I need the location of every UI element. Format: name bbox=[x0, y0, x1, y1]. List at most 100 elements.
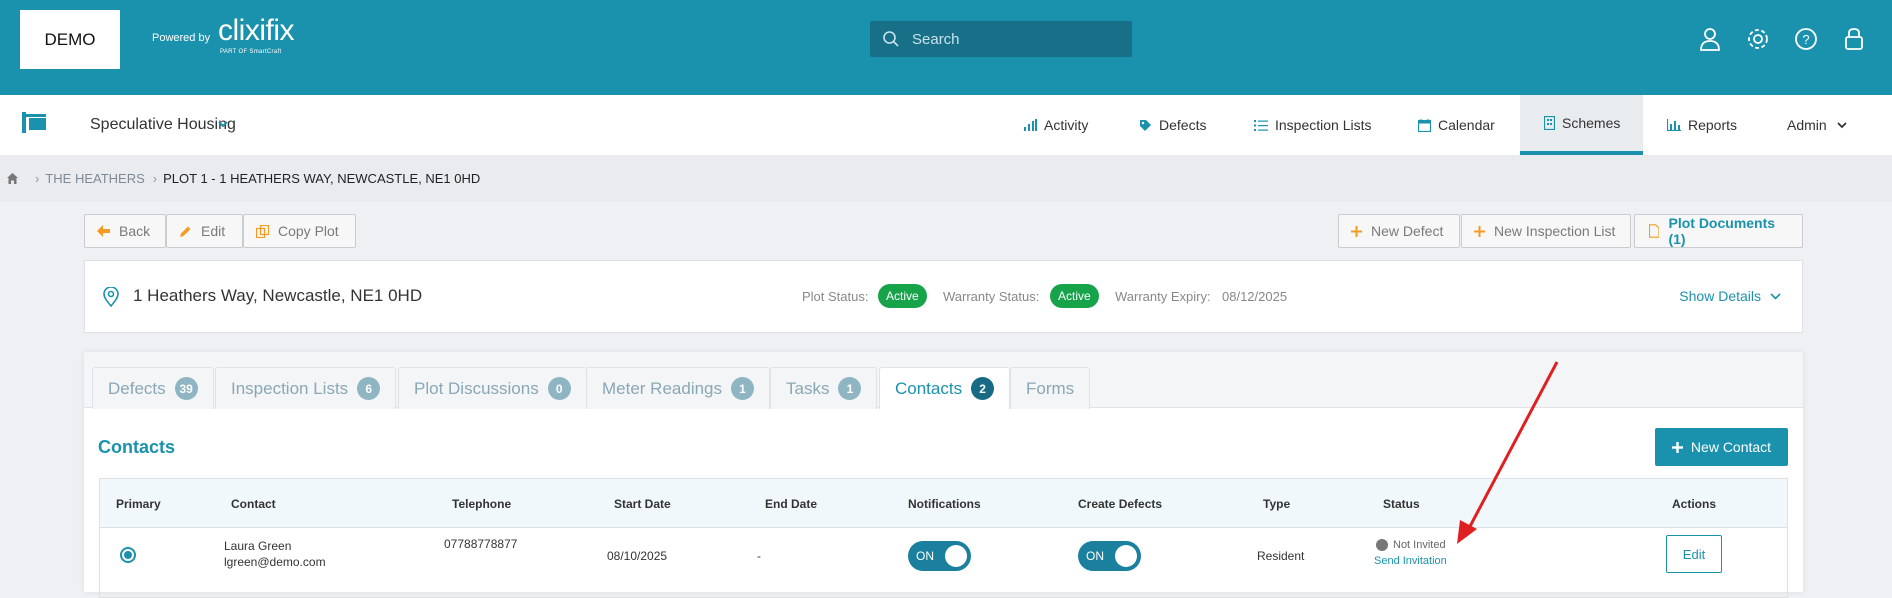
nav-admin-label: Admin bbox=[1787, 117, 1827, 133]
nav-schemes-label: Schemes bbox=[1562, 115, 1621, 131]
copy-plot-label: Copy Plot bbox=[278, 223, 339, 239]
search-input[interactable] bbox=[910, 29, 1110, 49]
plus-icon bbox=[1474, 225, 1485, 237]
main-nav: Speculative Housing Activity Defects Ins… bbox=[0, 95, 1892, 155]
plot-status-label: Plot Status: bbox=[802, 289, 869, 304]
pencil-icon bbox=[180, 226, 191, 237]
project-name[interactable]: Speculative Housing bbox=[90, 116, 236, 134]
edit-button[interactable]: Edit bbox=[166, 214, 243, 248]
status-text: Not Invited bbox=[1393, 539, 1446, 551]
contact-type: Resident bbox=[1257, 549, 1305, 563]
tab-inspection-lists[interactable]: Inspection Lists 6 bbox=[215, 367, 397, 409]
tab-plot-discussions[interactable]: Plot Discussions 0 bbox=[398, 367, 587, 409]
new-inspection-list-label: New Inspection List bbox=[1494, 223, 1616, 239]
column-header: Telephone bbox=[452, 497, 512, 511]
column-header: Contact bbox=[231, 497, 276, 511]
tab-label: Meter Readings bbox=[602, 378, 723, 398]
top-bar: DEMO Powered by clixifix PART OF SmartCr… bbox=[0, 0, 1892, 95]
tab-count-badge: 0 bbox=[547, 377, 571, 400]
plus-icon bbox=[1351, 225, 1362, 237]
tab-defects[interactable]: Defects 39 bbox=[92, 367, 214, 409]
plot-status-badge: Active bbox=[878, 284, 927, 308]
edit-contact-button[interactable]: Edit bbox=[1666, 535, 1722, 573]
nav-reports[interactable]: Reports bbox=[1667, 95, 1737, 155]
map-pin-icon bbox=[103, 287, 119, 307]
breadcrumb-scheme[interactable]: THE HEATHERS bbox=[45, 171, 144, 186]
company-logo[interactable]: DEMO bbox=[20, 10, 120, 69]
chevron-down-icon[interactable] bbox=[216, 117, 230, 131]
help-icon[interactable]: ? bbox=[1793, 26, 1819, 52]
nav-admin[interactable]: Admin bbox=[1787, 95, 1855, 155]
plot-summary-card: 1 Heathers Way, Newcastle, NE1 0HD Plot … bbox=[84, 260, 1803, 333]
brand-logo: clixifix bbox=[218, 14, 295, 47]
plot-detail-panel: Defects 39 Inspection Lists 6 Plot Discuss… bbox=[84, 352, 1803, 598]
site-board-icon bbox=[22, 112, 46, 133]
primary-radio[interactable] bbox=[120, 547, 136, 563]
tab-count-badge: 39 bbox=[174, 377, 198, 400]
send-invitation-link[interactable]: Send Invitation bbox=[1374, 555, 1447, 567]
home-icon[interactable] bbox=[6, 172, 19, 185]
copy-plot-button[interactable]: Copy Plot bbox=[243, 214, 356, 248]
tag-icon bbox=[1140, 119, 1151, 131]
bar-chart-icon bbox=[1024, 119, 1037, 131]
contact-telephone: 07788778877 bbox=[444, 537, 518, 551]
nav-inspection-lists-label: Inspection Lists bbox=[1275, 117, 1372, 133]
contacts-table: Primary Contact Telephone Start Date End… bbox=[99, 478, 1788, 598]
powered-by-label: Powered by bbox=[152, 32, 211, 44]
plus-icon bbox=[1671, 441, 1683, 453]
contact-email: lgreen@demo.com bbox=[224, 555, 326, 569]
nav-schemes[interactable]: Schemes bbox=[1520, 95, 1643, 155]
building-icon bbox=[1544, 116, 1555, 130]
lock-icon[interactable] bbox=[1841, 26, 1867, 52]
nav-calendar-label: Calendar bbox=[1438, 117, 1495, 133]
nav-calendar[interactable]: Calendar bbox=[1418, 95, 1495, 155]
list-icon bbox=[1254, 119, 1268, 131]
document-icon bbox=[1649, 224, 1660, 238]
tab-tasks[interactable]: Tasks 1 bbox=[770, 367, 878, 409]
breadcrumb-separator: › bbox=[152, 171, 158, 186]
nav-defects[interactable]: Defects bbox=[1139, 95, 1206, 155]
search-bar[interactable] bbox=[870, 21, 1132, 57]
column-header: Notifications bbox=[908, 497, 981, 511]
arrow-left-icon bbox=[97, 225, 110, 237]
new-contact-button[interactable]: New Contact bbox=[1655, 428, 1788, 466]
brand-subtitle: PART OF SmartCraft bbox=[220, 49, 282, 55]
breadcrumb: › THE HEATHERS › PLOT 1 - 1 HEATHERS WAY… bbox=[0, 155, 1892, 202]
notifications-toggle[interactable]: ON bbox=[908, 541, 971, 571]
toggle-label: ON bbox=[1086, 549, 1104, 563]
table-header: Primary Contact Telephone Start Date End… bbox=[100, 479, 1787, 528]
column-header: End Date bbox=[765, 497, 818, 511]
tab-forms[interactable]: Forms bbox=[1010, 367, 1091, 409]
toggle-label: ON bbox=[916, 549, 934, 563]
warranty-status-badge: Active bbox=[1050, 284, 1099, 308]
nav-activity-label: Activity bbox=[1044, 117, 1089, 133]
column-header: Status bbox=[1383, 497, 1420, 511]
user-icon[interactable] bbox=[1697, 26, 1723, 52]
nav-activity[interactable]: Activity bbox=[1023, 95, 1088, 155]
nav-inspection-lists[interactable]: Inspection Lists bbox=[1254, 95, 1372, 155]
plot-documents-button[interactable]: Plot Documents (1) bbox=[1634, 214, 1803, 248]
copy-icon bbox=[256, 224, 269, 238]
create-defects-toggle[interactable]: ON bbox=[1078, 541, 1141, 571]
tab-label: Tasks bbox=[786, 378, 830, 398]
plot-documents-label: Plot Documents (1) bbox=[1668, 215, 1776, 247]
nav-defects-label: Defects bbox=[1159, 117, 1207, 133]
warranty-expiry-label: Warranty Expiry: bbox=[1115, 289, 1211, 304]
report-icon bbox=[1667, 119, 1681, 131]
show-details-toggle[interactable]: Show Details bbox=[1679, 288, 1782, 304]
tab-meter-readings[interactable]: Meter Readings 1 bbox=[586, 367, 771, 409]
back-button[interactable]: Back bbox=[84, 214, 166, 248]
tab-label: Defects bbox=[108, 378, 166, 398]
new-defect-button[interactable]: New Defect bbox=[1338, 214, 1460, 248]
column-header: Start Date bbox=[614, 497, 671, 511]
gear-icon[interactable] bbox=[1745, 26, 1771, 52]
section-title: Contacts bbox=[98, 437, 176, 457]
column-header: Type bbox=[1263, 497, 1291, 511]
new-inspection-list-button[interactable]: New Inspection List bbox=[1461, 214, 1631, 248]
back-label: Back bbox=[119, 223, 151, 239]
tab-contacts[interactable]: Contacts 2 bbox=[879, 367, 1011, 409]
tab-count-badge: 1 bbox=[838, 377, 862, 400]
column-header: Primary bbox=[116, 497, 161, 511]
search-icon bbox=[883, 31, 899, 47]
breadcrumb-current: PLOT 1 - 1 HEATHERS WAY, NEWCASTLE, NE1 … bbox=[163, 171, 481, 186]
